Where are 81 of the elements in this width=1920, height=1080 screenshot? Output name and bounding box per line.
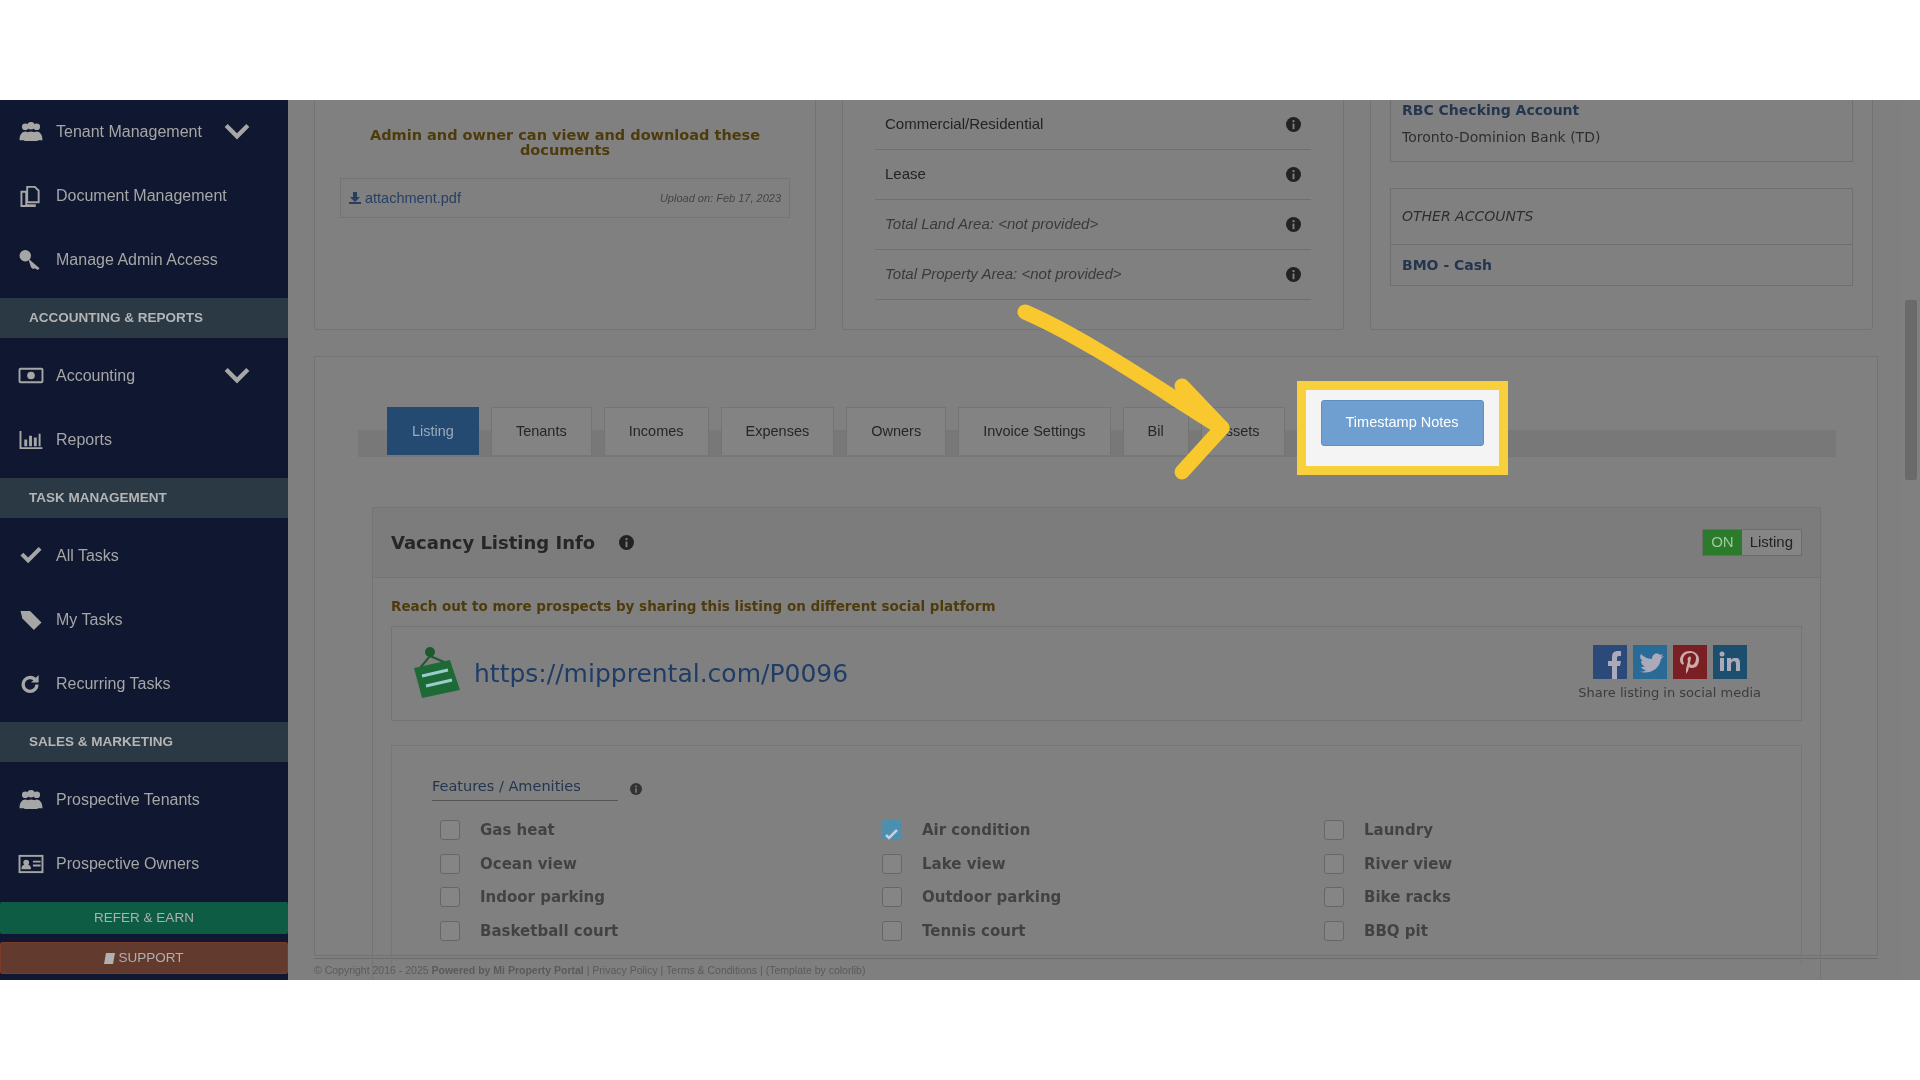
info-icon	[1286, 167, 1301, 182]
book-icon	[104, 952, 116, 964]
checkbox[interactable]	[440, 920, 460, 941]
listing-link[interactable]: https://mipprental.com/P0096	[474, 655, 849, 693]
info-icon	[619, 535, 635, 550]
documents-heading: Admin and owner can view and download these documents	[368, 128, 761, 159]
file-link[interactable]: attachment.pdf	[349, 187, 461, 210]
sidebar-item[interactable]: Document Management	[0, 164, 288, 228]
support-button[interactable]: SUPPORT	[0, 942, 288, 974]
upload-date: Upload on: Feb 17, 2023	[659, 191, 781, 207]
property-field: Commercial/Residential	[885, 113, 1044, 136]
sidebar-item[interactable]: Manage Admin Access	[0, 228, 288, 292]
features-heading: Features / Amenities	[432, 776, 618, 801]
account-name: BMO - Cash	[1402, 255, 1493, 275]
people-icon	[18, 789, 44, 811]
checkbox-label: Gas heat	[480, 820, 555, 841]
checkbox-label: Basketball court	[480, 920, 619, 942]
section-header: ACCOUNTING & REPORTS	[0, 298, 288, 338]
sidebar-item[interactable]: All Tasks	[0, 524, 288, 588]
checkbox-label: Ocean view	[480, 853, 577, 875]
checkbox-label: Laundry	[1364, 820, 1433, 841]
checkbox[interactable]	[440, 853, 460, 874]
download-icon	[349, 192, 361, 205]
info-icon	[1286, 267, 1301, 282]
other-accounts-heading: OTHER ACCOUNTS	[1402, 207, 1534, 226]
tag-icon	[18, 609, 44, 631]
tab[interactable]: Timestamp Notes	[1320, 400, 1484, 446]
sidebar-item[interactable]: Tenant Management	[0, 100, 288, 164]
twitter-icon[interactable]	[1632, 645, 1667, 679]
checkbox-label: Outdoor parking	[922, 887, 1062, 908]
linkedin-icon[interactable]	[1712, 645, 1747, 679]
info-icon	[1286, 117, 1301, 132]
checkbox-label: Lake view	[922, 853, 1006, 875]
tab[interactable]: Listing	[387, 407, 479, 455]
property-field: Lease	[885, 163, 926, 186]
checkbox[interactable]	[1324, 887, 1344, 908]
info-icon	[630, 782, 642, 795]
share-prompt: Reach out to more prospects by sharing this listing on different social platform	[391, 597, 997, 616]
refer-button[interactable]: REFER & EARN	[0, 902, 288, 934]
bank-name: Toronto-Dominion Bank (TD)	[1402, 128, 1602, 147]
checkbox[interactable]	[1324, 853, 1344, 874]
sidebar-item[interactable]: Accounting	[0, 344, 288, 408]
checkbox[interactable]	[882, 887, 902, 908]
sidebar-item[interactable]: My Tasks	[0, 588, 288, 652]
tab[interactable]: Invoice Settings	[958, 407, 1111, 455]
tab[interactable]: Tenants	[490, 407, 592, 455]
pinterest-icon[interactable]	[1672, 645, 1707, 679]
section-header: TASK MANAGEMENT	[0, 478, 288, 518]
sidebar-item[interactable]: Recurring Tasks	[0, 652, 288, 716]
tab[interactable]: Bil	[1122, 407, 1189, 455]
info-icon	[1286, 217, 1301, 232]
checkbox-label: River view	[1364, 853, 1453, 875]
checkbox-label: Indoor parking	[480, 887, 606, 908]
checkbox-label: Bike racks	[1364, 887, 1451, 908]
listing-toggle[interactable]: ON Listing	[1702, 529, 1802, 556]
checkbox-label: BBQ pit	[1364, 920, 1428, 942]
property-field: Total Land Area: <not provided>	[885, 213, 1099, 236]
checkbox[interactable]	[882, 920, 902, 941]
checkbox[interactable]	[1324, 920, 1344, 941]
checkbox-label: Tennis court	[922, 920, 1026, 942]
sidebar-item[interactable]: Prospective Tenants	[0, 768, 288, 832]
tab[interactable]: Owners	[846, 407, 947, 455]
sidebar-item[interactable]: Reports	[0, 408, 288, 472]
section-header: SALES & MARKETING	[0, 722, 288, 762]
id-card-icon	[18, 853, 44, 875]
account-name: RBC Checking Account	[1402, 101, 1581, 120]
share-caption: Share listing in social media	[1578, 684, 1761, 702]
checkbox[interactable]	[440, 820, 460, 841]
checkbox-label: Air condition	[922, 820, 1031, 841]
tab[interactable]: Expenses	[720, 407, 835, 455]
property-field: Total Property Area: <not provided>	[885, 263, 1122, 286]
people-icon	[18, 121, 44, 143]
checkbox[interactable]	[1324, 820, 1344, 841]
checkbox[interactable]	[440, 887, 460, 908]
tab[interactable]: Incomes	[603, 407, 709, 455]
sidebar-item[interactable]: Prospective Owners	[0, 832, 288, 896]
checkbox[interactable]	[882, 853, 902, 874]
bar-chart-icon	[18, 429, 44, 451]
facebook-icon[interactable]	[1592, 645, 1627, 679]
checkbox[interactable]	[882, 820, 902, 841]
listing-title: Vacancy Listing Info	[391, 531, 596, 555]
